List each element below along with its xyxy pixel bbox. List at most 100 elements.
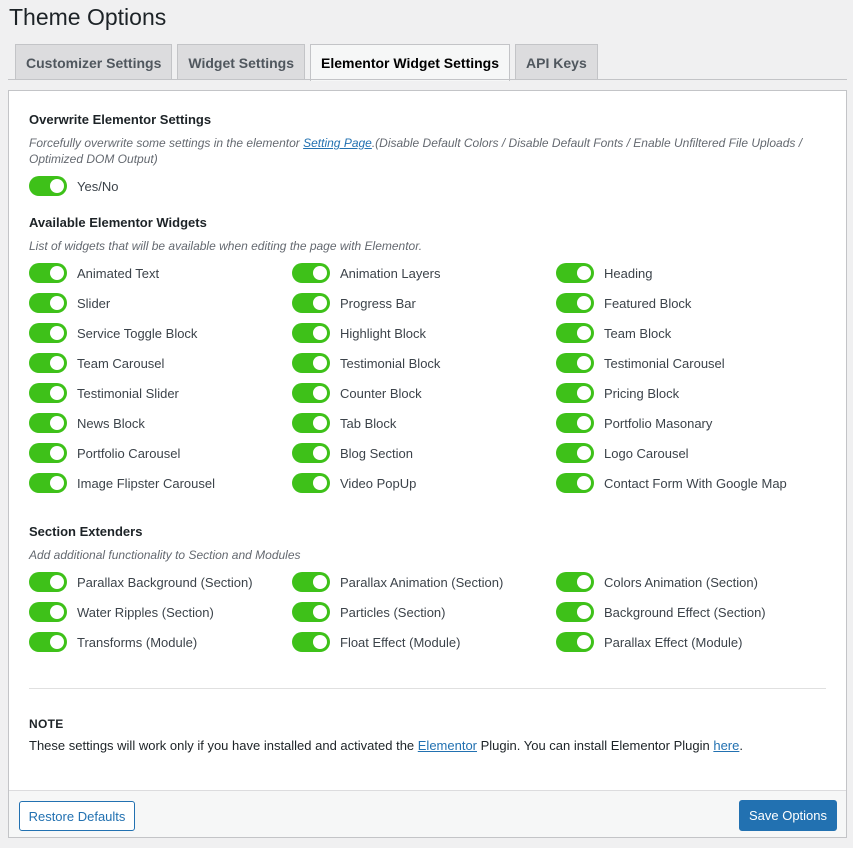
toggle-transforms-module[interactable] (29, 632, 67, 652)
toggle-row-animated-text: Animated Text (29, 263, 159, 283)
toggle-animated-text[interactable] (29, 263, 67, 283)
toggle-label: Parallax Background (Section) (77, 574, 253, 590)
toggle-row-portfolio-carousel: Portfolio Carousel (29, 443, 180, 463)
toggle-label: Slider (77, 295, 111, 311)
toggle-row-testimonial-block: Testimonial Block (292, 353, 440, 373)
toggle-particles-section[interactable] (292, 602, 330, 622)
toggle-label: Colors Animation (Section) (604, 574, 758, 590)
setting-page-link[interactable]: Setting Page (303, 136, 372, 150)
toggle-background-effect-section[interactable] (556, 602, 594, 622)
overwrite-description: Forcefully overwrite some settings in th… (29, 135, 809, 167)
toggle-row-testimonial-carousel: Testimonial Carousel (556, 353, 725, 373)
toggle-label: Image Flipster Carousel (77, 475, 215, 491)
toggle-row-highlight-block: Highlight Block (292, 323, 426, 343)
toggle-label: Blog Section (340, 445, 413, 461)
toggle-row-contact-form-with-google-map: Contact Form With Google Map (556, 473, 787, 493)
toggle-row-service-toggle-block: Service Toggle Block (29, 323, 197, 343)
toggle-row-slider: Slider (29, 293, 110, 313)
toggle-team-block[interactable] (556, 323, 594, 343)
toggle-float-effect-module[interactable] (292, 632, 330, 652)
toggle-label: Tab Block (340, 415, 397, 431)
toggle-label: News Block (77, 415, 145, 431)
toggle-parallax-effect-module[interactable] (556, 632, 594, 652)
toggle-parallax-background-section[interactable] (29, 572, 67, 592)
tab-api-keys[interactable]: API Keys (515, 44, 598, 80)
toggle-testimonial-slider[interactable] (29, 383, 67, 403)
toggle-row-water-ripples-section: Water Ripples (Section) (29, 602, 214, 622)
note-text-middle: Plugin. You can install Elementor Plugin (477, 738, 714, 753)
toggle-heading[interactable] (556, 263, 594, 283)
elementor-link[interactable]: Elementor (418, 738, 477, 753)
install-here-link[interactable]: here (713, 738, 739, 753)
toggle-row-particles-section: Particles (Section) (292, 602, 445, 622)
toggle-label: Animated Text (77, 265, 160, 281)
toggle-tab-block[interactable] (292, 413, 330, 433)
overwrite-toggle-row: Yes/No (29, 176, 118, 196)
toggle-parallax-animation-section[interactable] (292, 572, 330, 592)
tab-customizer-settings[interactable]: Customizer Settings (15, 44, 173, 80)
toggle-blog-section[interactable] (292, 443, 330, 463)
toggle-water-ripples-section[interactable] (29, 602, 67, 622)
toggle-label: Particles (Section) (340, 604, 446, 620)
page-title: Theme Options (9, 4, 167, 30)
note-text: These settings will work only if you hav… (29, 738, 743, 753)
toggle-news-block[interactable] (29, 413, 67, 433)
toggle-row-team-block: Team Block (556, 323, 671, 343)
toggle-logo-carousel[interactable] (556, 443, 594, 463)
toggle-row-heading: Heading (556, 263, 652, 283)
tab-widget-settings[interactable]: Widget Settings (177, 44, 306, 80)
note-title: NOTE (29, 717, 64, 731)
toggle-label: Contact Form With Google Map (604, 475, 787, 491)
toggle-row-background-effect-section: Background Effect (Section) (556, 602, 766, 622)
toggle-portfolio-carousel[interactable] (29, 443, 67, 463)
toggle-label: Counter Block (340, 385, 422, 401)
toggle-label: Portfolio Masonary (604, 415, 713, 431)
toggle-row-testimonial-slider: Testimonial Slider (29, 383, 179, 403)
toggle-slider[interactable] (29, 293, 67, 313)
toggle-label: Portfolio Carousel (77, 445, 181, 461)
toggle-pricing-block[interactable] (556, 383, 594, 403)
toggle-label: Water Ripples (Section) (77, 604, 214, 620)
toggle-video-popup[interactable] (292, 473, 330, 493)
widgets-section-title: Available Elementor Widgets (29, 215, 207, 230)
toggle-row-news-block: News Block (29, 413, 145, 433)
toggle-contact-form-with-google-map[interactable] (556, 473, 594, 493)
toggle-testimonial-block[interactable] (292, 353, 330, 373)
toggle-row-colors-animation-section: Colors Animation (Section) (556, 572, 758, 592)
toggle-label: Team Block (604, 325, 672, 341)
toggle-label: Transforms (Module) (77, 634, 198, 650)
tab-divider-line (8, 79, 847, 80)
toggle-row-parallax-effect-module: Parallax Effect (Module) (556, 632, 743, 652)
toggle-row-tab-block: Tab Block (292, 413, 396, 433)
toggle-highlight-block[interactable] (292, 323, 330, 343)
toggle-row-counter-block: Counter Block (292, 383, 422, 403)
toggle-label: Animation Layers (340, 265, 441, 281)
toggle-row-pricing-block: Pricing Block (556, 383, 679, 403)
toggle-featured-block[interactable] (556, 293, 594, 313)
toggle-row-float-effect-module: Float Effect (Module) (292, 632, 460, 652)
widgets-description: List of widgets that will be available w… (29, 239, 423, 253)
toggle-progress-bar[interactable] (292, 293, 330, 313)
toggle-animation-layers[interactable] (292, 263, 330, 283)
toggle-portfolio-masonary[interactable] (556, 413, 594, 433)
overwrite-toggle[interactable] (29, 176, 67, 196)
toggle-row-featured-block: Featured Block (556, 293, 691, 313)
toggle-row-logo-carousel: Logo Carousel (556, 443, 689, 463)
toggle-label: Testimonial Carousel (604, 355, 725, 371)
save-options-button[interactable]: Save Options (739, 800, 837, 831)
toggle-testimonial-carousel[interactable] (556, 353, 594, 373)
section-divider (29, 688, 826, 689)
toggle-team-carousel[interactable] (29, 353, 67, 373)
tab-elementor-widget-settings[interactable]: Elementor Widget Settings (310, 44, 511, 81)
restore-defaults-button[interactable]: Restore Defaults (19, 801, 135, 831)
toggle-label: Parallax Effect (Module) (604, 634, 743, 650)
toggle-row-blog-section: Blog Section (292, 443, 413, 463)
toggle-image-flipster-carousel[interactable] (29, 473, 67, 493)
overwrite-section-title: Overwrite Elementor Settings (29, 112, 212, 127)
toggle-service-toggle-block[interactable] (29, 323, 67, 343)
toggle-label: Progress Bar (340, 295, 416, 311)
extenders-section-title: Section Extenders (29, 524, 143, 539)
toggle-colors-animation-section[interactable] (556, 572, 594, 592)
toggle-label: Team Carousel (77, 355, 165, 371)
toggle-counter-block[interactable] (292, 383, 330, 403)
